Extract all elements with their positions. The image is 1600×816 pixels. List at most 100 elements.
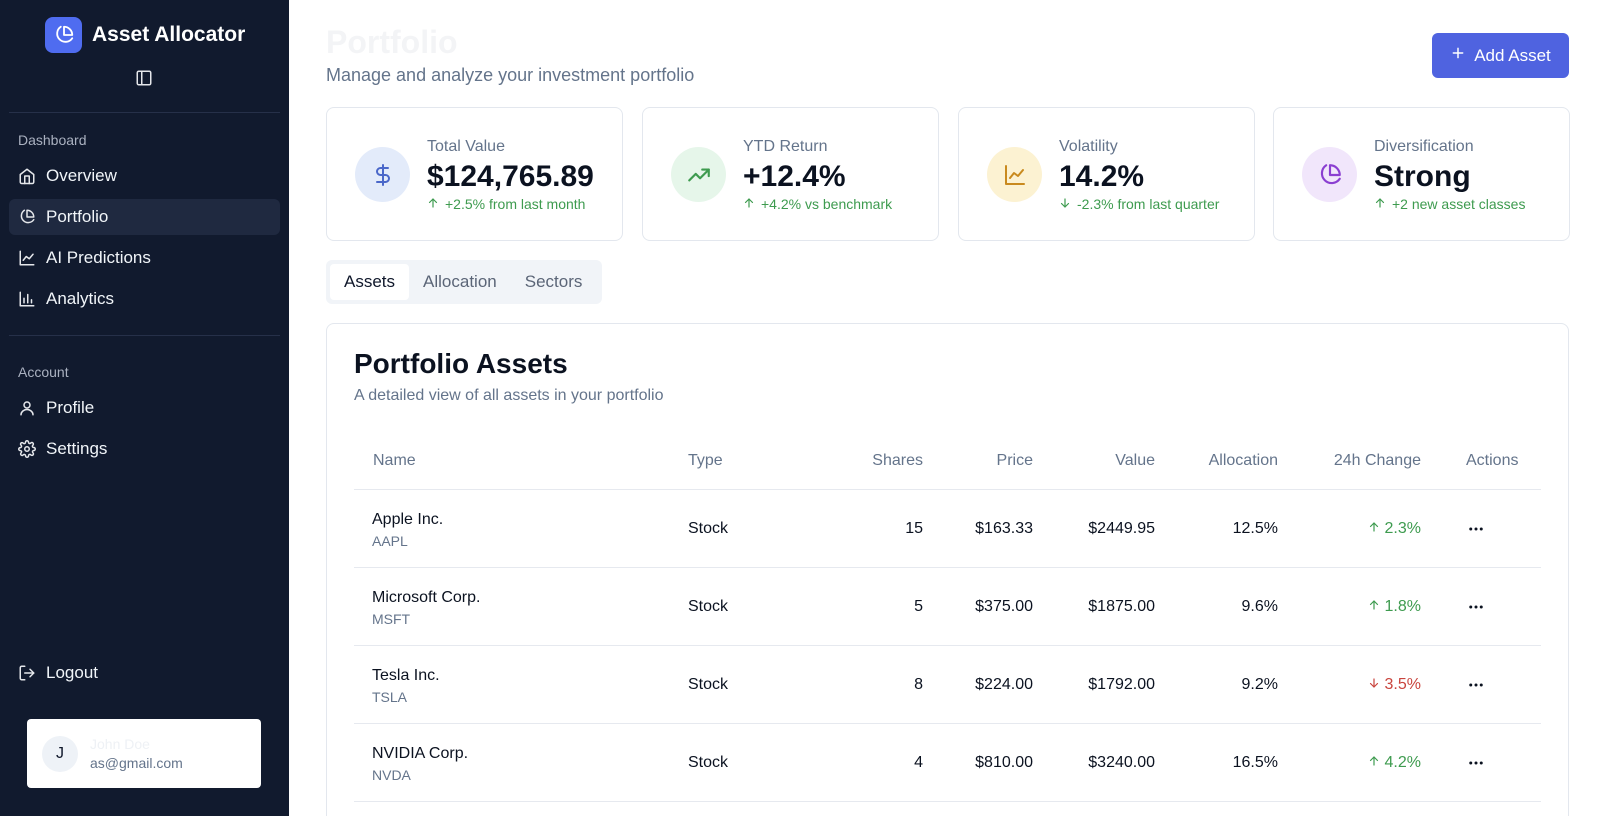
line-chart-icon	[987, 147, 1042, 202]
asset-price: $163.33	[975, 520, 1033, 537]
asset-value: $3240.00	[1088, 754, 1155, 771]
sidebar-item-label: Profile	[46, 398, 95, 417]
stat-label: Volatility	[1059, 138, 1118, 155]
asset-ticker: MSFT	[372, 611, 411, 627]
asset-24h-change: 1.8%	[1288, 598, 1421, 616]
sidebar-item-label: Portfolio	[46, 207, 109, 226]
asset-price: $810.00	[975, 754, 1033, 771]
page-subtitle: Manage and analyze your investment portf…	[326, 65, 695, 85]
logout-label: Logout	[46, 663, 98, 682]
table-divider	[354, 801, 1541, 802]
gear-icon	[18, 440, 36, 458]
asset-type: Stock	[688, 598, 729, 615]
arrow-up-icon	[1368, 754, 1380, 772]
sidebar-item-label: Analytics	[46, 289, 115, 308]
tab-assets[interactable]: Assets	[330, 264, 410, 300]
sidebar-item-label: AI Predictions	[46, 248, 151, 267]
asset-name: Microsoft Corp.	[372, 589, 481, 606]
stat-change: +2.5% from last month	[427, 196, 585, 212]
sidebar: Asset Allocator Dashboard Overview Portf…	[0, 0, 289, 816]
panel-title: Portfolio Assets	[354, 348, 568, 379]
stat-label: Diversification	[1374, 138, 1474, 155]
avatar: J	[42, 735, 78, 772]
arrow-down-icon	[1368, 676, 1380, 694]
table-row[interactable]: Apple Inc. AAPL Stock 15 $163.33 $2449.9…	[354, 490, 1541, 568]
sidebar-item-analytics[interactable]: Analytics	[9, 281, 280, 317]
bar-chart-icon	[18, 290, 36, 308]
table-row[interactable]: NVIDIA Corp. NVDA Stock 4 $810.00 $3240.…	[354, 724, 1541, 802]
asset-allocation: 9.6%	[1241, 598, 1278, 615]
more-actions-icon[interactable]	[1463, 594, 1489, 620]
column-header-price[interactable]: Price	[933, 452, 1033, 470]
arrow-up-icon	[1368, 520, 1380, 538]
stat-card-diversification: Diversification Strong +2 new asset clas…	[1273, 107, 1570, 241]
more-actions-icon[interactable]	[1463, 516, 1489, 542]
stat-card-total-value: Total Value $124,765.89 +2.5% from last …	[326, 107, 623, 241]
panel-subtitle: A detailed view of all assets in your po…	[354, 387, 664, 404]
column-header-name[interactable]: Name	[373, 452, 416, 470]
arrow-up-icon	[1368, 598, 1380, 616]
stat-change: +4.2% vs benchmark	[743, 196, 892, 212]
sidebar-item-portfolio[interactable]: Portfolio	[9, 199, 280, 235]
stat-card-ytd-return: YTD Return +12.4% +4.2% vs benchmark	[642, 107, 939, 241]
asset-shares: 8	[914, 676, 923, 693]
asset-allocation: 9.2%	[1241, 676, 1278, 693]
asset-value: $1875.00	[1088, 598, 1155, 615]
asset-name: Tesla Inc.	[372, 667, 440, 684]
column-header-value[interactable]: Value	[1043, 452, 1155, 470]
asset-type: Stock	[688, 754, 729, 771]
stat-value: +12.4%	[743, 160, 846, 193]
change-value: 4.2%	[1384, 754, 1421, 771]
more-actions-icon[interactable]	[1463, 672, 1489, 698]
asset-allocation: 12.5%	[1232, 520, 1278, 537]
asset-type: Stock	[688, 520, 729, 537]
table-row[interactable]: Tesla Inc. TSLA Stock 8 $224.00 $1792.00…	[354, 646, 1541, 724]
asset-ticker: AAPL	[372, 533, 408, 549]
sidebar-toggle-icon[interactable]	[133, 67, 155, 89]
section-label-dashboard: Dashboard	[18, 132, 87, 148]
arrow-up-icon	[1374, 196, 1386, 212]
tab-allocation[interactable]: Allocation	[409, 264, 511, 300]
plus-icon	[1450, 45, 1466, 66]
column-header-shares[interactable]: Shares	[827, 452, 923, 470]
column-header-24h-change[interactable]: 24h Change	[1288, 452, 1421, 470]
change-value: 2.3%	[1384, 520, 1421, 537]
table-row[interactable]: Microsoft Corp. MSFT Stock 5 $375.00 $18…	[354, 568, 1541, 646]
column-header-allocation[interactable]: Allocation	[1165, 452, 1278, 470]
asset-value: $1792.00	[1088, 676, 1155, 693]
page-title: Portfolio	[326, 24, 458, 60]
sidebar-item-profile[interactable]: Profile	[9, 390, 280, 426]
add-asset-button[interactable]: Add Asset	[1432, 33, 1569, 78]
tab-sectors[interactable]: Sectors	[511, 264, 597, 300]
stat-change: +2 new asset classes	[1374, 196, 1525, 212]
stat-change-text: +4.2% vs benchmark	[761, 196, 893, 212]
stat-change-text: -2.3% from last quarter	[1077, 196, 1220, 212]
stat-label: YTD Return	[743, 138, 828, 155]
sidebar-item-overview[interactable]: Overview	[9, 158, 280, 194]
asset-shares: 4	[914, 754, 923, 771]
line-chart-icon	[18, 249, 36, 267]
logout-icon	[18, 664, 36, 682]
asset-ticker: TSLA	[372, 689, 408, 705]
app-logo-icon	[45, 17, 82, 53]
column-header-type[interactable]: Type	[688, 452, 723, 470]
stat-card-volatility: Volatility 14.2% -2.3% from last quarter	[958, 107, 1255, 241]
sidebar-item-ai-predictions[interactable]: AI Predictions	[9, 240, 280, 276]
sidebar-divider	[9, 335, 280, 336]
logout-button[interactable]: Logout	[9, 655, 280, 691]
stat-value: Strong	[1374, 160, 1471, 193]
pie-chart-icon	[18, 208, 36, 226]
brand[interactable]: Asset Allocator	[45, 17, 245, 53]
asset-value: $2449.95	[1088, 520, 1155, 537]
user-card[interactable]: J John Doe as@gmail.com	[27, 719, 261, 788]
section-label-account: Account	[18, 364, 69, 380]
stat-change-text: +2 new asset classes	[1392, 196, 1526, 212]
asset-name: NVIDIA Corp.	[372, 745, 469, 762]
stat-change: -2.3% from last quarter	[1059, 196, 1219, 212]
arrow-up-icon	[427, 196, 439, 212]
sidebar-item-settings[interactable]: Settings	[9, 431, 280, 467]
asset-shares: 5	[914, 598, 923, 615]
stat-change-text: +2.5% from last month	[445, 196, 586, 212]
stat-value: $124,765.89	[427, 160, 594, 193]
more-actions-icon[interactable]	[1463, 750, 1489, 776]
